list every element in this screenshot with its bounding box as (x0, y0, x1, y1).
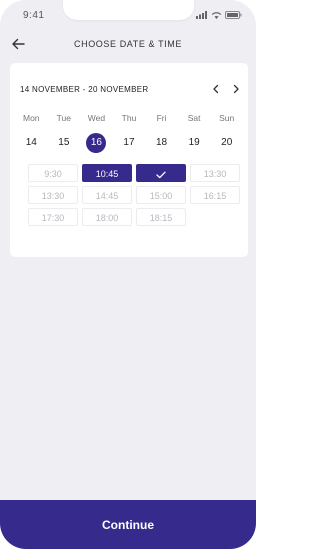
time-slot[interactable]: 18:15 (136, 208, 186, 226)
time-slot[interactable]: 13:30 (190, 164, 240, 182)
time-slot-checked[interactable] (136, 164, 186, 182)
date-time-card: 14 NOVEMBER - 20 NOVEMBER Mon Tue Wed Th… (10, 63, 248, 257)
continue-label: Continue (102, 518, 154, 532)
time-slot[interactable]: 9:30 (28, 164, 78, 182)
status-bar: 9:41 (0, 0, 256, 30)
day-date-label: 16 (86, 133, 107, 153)
day-date[interactable]: 18 (145, 133, 178, 153)
page-title: CHOOSE DATE & TIME (74, 39, 182, 49)
device-notch (63, 0, 194, 20)
phone-screen: 9:41 CHOOSE DATE & TIME 14 NOVEMBER - 20… (0, 0, 256, 549)
continue-button[interactable]: Continue (0, 500, 256, 549)
time-slot[interactable]: 15:00 (136, 186, 186, 204)
day-date[interactable]: 20 (210, 133, 243, 153)
time-slot[interactable]: 14:45 (82, 186, 132, 204)
day-date[interactable]: 17 (113, 133, 146, 153)
day-name: Wed (87, 113, 106, 123)
day-date[interactable]: 15 (48, 133, 81, 153)
time-slot[interactable]: 17:30 (28, 208, 78, 226)
header: CHOOSE DATE & TIME (0, 34, 256, 56)
time-slots: 9:30 10:45 13:30 13:30 14:45 15:00 16:15… (28, 164, 242, 226)
time-slot[interactable]: 18:00 (82, 208, 132, 226)
signal-icon (196, 11, 207, 19)
day-date-label: 20 (221, 137, 233, 148)
day-date-label: 17 (123, 137, 135, 148)
chevron-left-icon[interactable] (210, 83, 222, 95)
time-slot-selected[interactable]: 10:45 (82, 164, 132, 182)
day-name: Sat (187, 113, 201, 123)
day-name: Mon (23, 113, 40, 123)
week-days: Mon Tue Wed Thu Fri Sat Sun 14 15 16 17 … (15, 113, 243, 153)
wifi-icon (211, 12, 222, 19)
day-name: Tue (56, 113, 72, 123)
day-date-selected[interactable]: 16 (80, 133, 113, 153)
chevron-right-icon[interactable] (230, 83, 242, 95)
status-icons (196, 11, 242, 19)
time-slot[interactable]: 13:30 (28, 186, 78, 204)
day-date-label: 18 (156, 137, 168, 148)
time-slot[interactable]: 16:15 (190, 186, 240, 204)
day-date[interactable]: 14 (15, 133, 48, 153)
status-time: 9:41 (23, 10, 45, 21)
day-name: Fri (156, 113, 167, 123)
day-date[interactable]: 19 (178, 133, 211, 153)
week-range: 14 NOVEMBER - 20 NOVEMBER (20, 85, 149, 94)
battery-icon (225, 11, 242, 19)
day-date-label: 19 (188, 137, 200, 148)
day-date-label: 14 (25, 137, 37, 148)
day-name: Thu (121, 113, 137, 123)
check-icon (156, 171, 166, 178)
day-date-label: 15 (58, 137, 70, 148)
day-name: Sun (219, 113, 235, 123)
